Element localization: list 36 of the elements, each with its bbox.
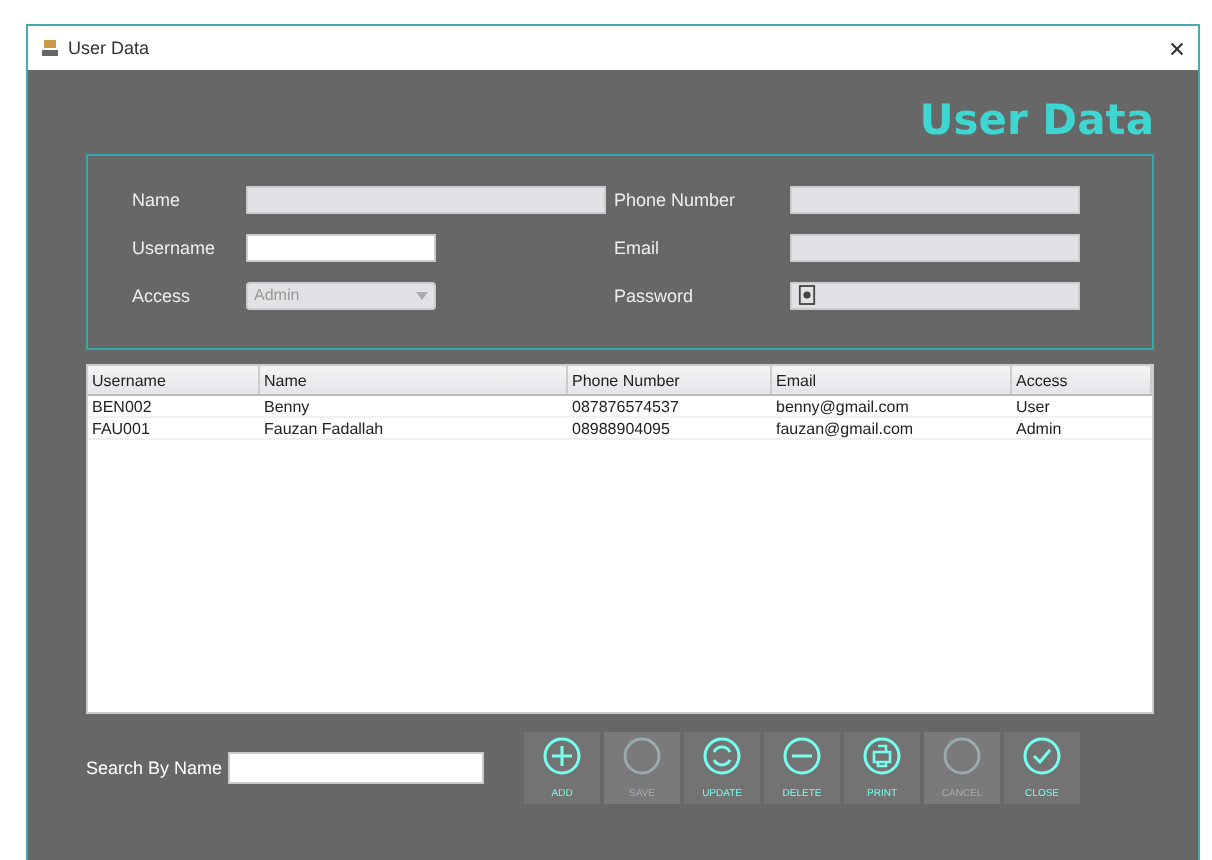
table-cell-text: 08988904095: [570, 419, 672, 437]
minus-icon: [782, 736, 823, 776]
plus-icon: [542, 736, 583, 776]
table-cell-text: Fauzan Fadallah: [262, 419, 386, 437]
column-header[interactable]: Phone Number: [568, 366, 772, 394]
search-field[interactable]: [228, 752, 485, 784]
field-label: Phone Number: [614, 189, 738, 209]
column-header[interactable]: Name: [260, 366, 568, 394]
field-label: Name: [132, 189, 183, 209]
table-cell-text: BEN002: [90, 397, 154, 415]
table-cell-text: benny@gmail.com: [774, 397, 911, 415]
circle-icon: [942, 736, 983, 776]
field-label: Access: [132, 285, 193, 305]
field-label: Email: [614, 237, 662, 257]
close-icon[interactable]: [1168, 39, 1186, 57]
table-cell-text: FAU001: [90, 419, 152, 437]
check-icon: [1022, 736, 1063, 776]
page-heading: User Data: [919, 96, 1154, 144]
table-cell-text: fauzan@gmail.com: [774, 419, 916, 437]
table-cell-text: 087876574537: [570, 397, 681, 415]
window-title: User Data: [68, 38, 152, 58]
printer-icon: [862, 736, 903, 776]
table-cell-text: Benny: [262, 397, 312, 415]
field-label: Password: [614, 285, 696, 305]
table-cell-text: User: [1014, 397, 1052, 415]
circle-icon: [622, 736, 663, 776]
column-header[interactable]: Email: [772, 366, 1012, 394]
table-cell-text: Admin: [1014, 419, 1064, 437]
column-header[interactable]: Access: [1012, 366, 1152, 394]
app-icon: [40, 38, 60, 58]
field-label: Username: [132, 237, 218, 257]
refresh-icon: [702, 736, 743, 776]
search-label: Search By Name: [86, 758, 223, 778]
column-header[interactable]: Username: [88, 366, 260, 394]
input-field[interactable]: [246, 233, 436, 261]
caret-icon: [416, 291, 428, 299]
